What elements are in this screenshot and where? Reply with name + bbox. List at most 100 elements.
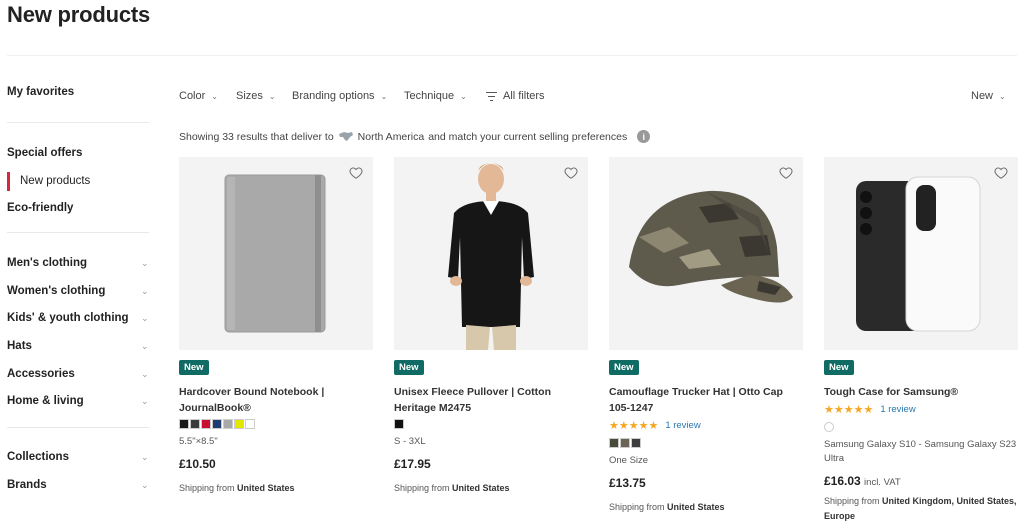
product-image[interactable] [179,157,373,350]
filter-technique[interactable]: Technique ⌄ [404,90,467,102]
product-image[interactable] [394,157,588,350]
chevron-down-icon: ⌄ [141,341,149,351]
chevron-down-icon: ⌄ [141,258,149,268]
color-swatch[interactable] [609,438,619,448]
product-image[interactable] [609,157,803,350]
chevron-down-icon: ⌄ [460,91,467,101]
product-title[interactable]: Unisex Fleece Pullover | Cotton Heritage… [394,384,588,416]
sidebar-item-my-favorites[interactable]: My favorites [7,86,149,98]
new-badge: New [394,360,424,375]
product-title[interactable]: Tough Case for Samsung® [824,384,1018,400]
phone-case-image [856,176,981,332]
filter-lines-icon [486,91,497,101]
sidebar-divider [7,427,149,428]
product-card[interactable]: New Tough Case for Samsung® ★★★★★ 1 revi… [824,157,1018,524]
color-swatches [394,419,588,429]
pullover-model-image [448,163,534,350]
camo-hat-image [629,190,793,303]
color-swatch[interactable] [179,419,189,429]
sidebar-divider [7,232,149,233]
color-swatch[interactable] [190,419,200,429]
chevron-down-icon: ⌄ [141,480,149,490]
color-swatch[interactable] [234,419,244,429]
product-models: Samsung Galaxy S10 - Samsung Galaxy S23 … [824,439,1017,464]
new-badge: New [824,360,854,375]
chevron-down-icon: ⌄ [141,369,149,379]
chevron-down-icon: ⌄ [211,91,218,101]
sidebar-item-kids-youth-clothing[interactable]: Kids' & youth clothing ⌄ [7,312,149,324]
product-card[interactable]: New Camouflage Trucker Hat | Otto Cap 10… [609,157,803,515]
chevron-down-icon: ⌄ [141,286,149,296]
shipping-info: Shipping from United States [609,502,725,512]
star-rating-icon: ★★★★★ [824,404,874,416]
product-size: S - 3XL [394,436,426,447]
color-swatches [609,438,803,448]
product-price: £13.75 [609,476,646,490]
results-region: North America [357,130,425,143]
color-swatch[interactable] [212,419,222,429]
filter-color[interactable]: Color ⌄ [179,90,218,102]
rating: ★★★★★ 1 review [824,403,1018,416]
sidebar-item-womens-clothing[interactable]: Women's clothing ⌄ [7,285,149,297]
color-swatch[interactable] [394,419,404,429]
chevron-down-icon: ⌄ [141,452,149,462]
product-card[interactable]: New Hardcover Bound Notebook | JournalBo… [179,157,373,496]
sidebar-item-new-products[interactable]: New products [7,172,149,191]
sidebar-item-collections[interactable]: Collections ⌄ [7,451,149,463]
heart-icon[interactable] [564,166,578,180]
rating: ★★★★★ 1 review [609,419,803,432]
results-suffix: and match your current selling preferenc… [428,130,628,143]
chevron-down-icon: ⌄ [999,91,1006,101]
shipping-info: Shipping from United States [179,483,295,493]
color-swatch[interactable] [201,419,211,429]
product-title[interactable]: Hardcover Bound Notebook | JournalBook® [179,384,373,416]
product-image[interactable] [824,157,1018,350]
new-badge: New [179,360,209,375]
filter-label: Branding options [292,90,375,102]
chevron-down-icon: ⌄ [141,396,149,406]
product-title[interactable]: Camouflage Trucker Hat | Otto Cap 105-12… [609,384,803,416]
map-region-icon [338,131,353,141]
reviews-link[interactable]: 1 review [880,404,915,415]
sidebar-item-home-living[interactable]: Home & living ⌄ [7,395,149,407]
color-swatches [824,422,1018,432]
sidebar-item-special-offers[interactable]: Special offers [7,147,149,159]
color-swatch[interactable] [620,438,630,448]
color-swatches [179,419,373,429]
shipping-info: Shipping from United States [394,483,510,493]
filter-label: Sizes [236,90,263,102]
product-size: One Size [609,455,649,466]
filter-label: All filters [503,90,545,102]
sort-dropdown[interactable]: New ⌄ [971,90,1006,102]
sidebar-divider [7,122,149,123]
color-swatch[interactable] [824,422,834,432]
color-swatch[interactable] [245,419,255,429]
color-swatch[interactable] [631,438,641,448]
filter-label: Color [179,90,206,102]
sidebar-item-eco-friendly[interactable]: Eco-friendly [7,202,149,214]
new-badge: New [609,360,639,375]
info-icon[interactable]: i [637,130,651,143]
chevron-down-icon: ⌄ [141,313,149,323]
filter-label: Technique [404,90,455,102]
results-prefix: Showing 33 results that deliver to [179,130,334,143]
results-summary: Showing 33 results that deliver to North… [179,130,651,143]
reviews-link[interactable]: 1 review [665,420,700,431]
filter-branding-options[interactable]: Branding options ⌄ [292,90,387,102]
product-size: 5.5"×8.5" [179,436,218,447]
heart-icon[interactable] [994,166,1008,180]
product-card[interactable]: New Unisex Fleece Pullover | Cotton Heri… [394,157,588,496]
sidebar-item-accessories[interactable]: Accessories ⌄ [7,368,149,380]
sidebar-item-mens-clothing[interactable]: Men's clothing ⌄ [7,257,149,269]
filter-sizes[interactable]: Sizes ⌄ [236,90,276,102]
sidebar-item-hats[interactable]: Hats ⌄ [7,340,149,352]
star-rating-icon: ★★★★★ [609,420,659,432]
color-swatch[interactable] [223,419,233,429]
sidebar-item-brands[interactable]: Brands ⌄ [7,479,149,491]
heart-icon[interactable] [349,166,363,180]
product-price: £16.03 incl. VAT [824,474,901,488]
notebook-image [224,174,326,333]
chevron-down-icon: ⌄ [268,91,276,101]
all-filters-button[interactable]: All filters [486,90,545,102]
heart-icon[interactable] [779,166,793,180]
